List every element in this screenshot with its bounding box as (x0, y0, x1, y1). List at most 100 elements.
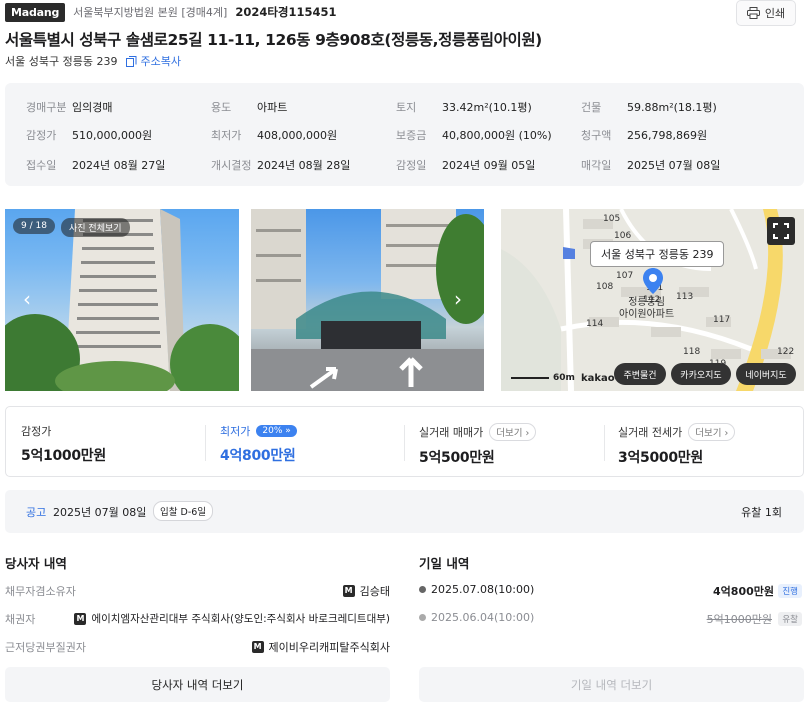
trade-label: 실거래 매매가 (419, 426, 484, 439)
lot-address-row: 서울 성북구 정릉동 239 주소복사 (5, 53, 181, 69)
map-block-122: 122 (777, 347, 795, 357)
divider (404, 425, 405, 461)
auction-info-panel: 경매구분 임의경매 용도 아파트 토지 33.42m²(10.1평) 건물 59.88m²(1… (5, 83, 804, 186)
info-key: 보증금 (396, 129, 427, 142)
kakao-map-button[interactable]: 카카오지도 (671, 363, 731, 385)
info-item-5: 최저가 408,000,000원 (211, 127, 337, 143)
info-value: 2024년 08월 28일 (257, 159, 351, 172)
timeline-dot (419, 586, 426, 593)
map-block-105: 105 (603, 214, 621, 224)
trade-more-button[interactable]: 더보기 › (489, 423, 537, 441)
photo-slide-1[interactable]: 9 / 18 사진 전체보기 ‹ (5, 209, 239, 391)
history-date-text: 2025.07.08(10:00) (431, 583, 535, 596)
map-block-108: 108 (596, 282, 614, 292)
jeonse-value: 3억5000만원 (618, 450, 703, 466)
location-pin-icon[interactable] (642, 267, 664, 295)
info-value: 40,800,000원 (10%) (442, 129, 552, 142)
status-badge-active: 진행 (778, 584, 802, 598)
party-name-3: M 제이비우리캐피탈주식회사 (251, 639, 390, 655)
chevron-right-icon: › (724, 428, 729, 439)
appraisal-price: 감정가 5억1000만원 (21, 423, 106, 465)
trade-value: 5억500만원 (419, 450, 495, 466)
info-item-11: 매각일 2025년 07월 08일 (581, 157, 720, 173)
dday-badge: 입찰 D-6일 (153, 501, 214, 521)
nearby-items-button[interactable]: 주변물건 (614, 363, 666, 385)
info-key: 토지 (396, 101, 417, 114)
map-scale: 60m (553, 373, 575, 383)
notice-bar: 공고 2025년 07월 08일 입찰 D-6일 유찰 1회 (5, 490, 804, 533)
info-value: 아파트 (257, 101, 288, 114)
info-item-8: 접수일 2024년 08월 27일 (26, 157, 165, 173)
map-block-117: 117 (713, 315, 731, 325)
info-value: 2024년 08월 27일 (72, 159, 166, 172)
jeonse-more-label: 더보기 (695, 428, 722, 439)
photo-slide-2[interactable]: › (251, 209, 484, 391)
map-block-106: 106 (614, 231, 632, 241)
info-value: 2025년 07월 08일 (627, 159, 721, 172)
copy-address-label: 주소복사 (140, 55, 181, 68)
fullscreen-button[interactable] (767, 217, 795, 245)
info-value: 510,000,000원 (72, 129, 153, 142)
case-number: 2024타경115451 (235, 5, 337, 19)
view-all-photos-button[interactable]: 사진 전체보기 (61, 218, 130, 237)
jeonse-label: 실거래 전세가 (618, 426, 683, 439)
info-value: 33.42m²(10.1평) (442, 101, 532, 114)
party-name-text: 제이비우리캐피탈주식회사 (268, 641, 390, 654)
court-name: 서울북부지방법원 본원 [경매4계] (73, 6, 228, 19)
info-item-9: 개시결정 2024년 08월 28일 (211, 157, 350, 173)
info-key: 용도 (211, 101, 232, 114)
double-chevron-down-icon: » (285, 426, 291, 436)
party-name-2: M 에이치엠자산관리대부 주식회사(양도인:주식회사 바로크레디트대부) (74, 611, 390, 626)
minimum-price: 최저가 20% » 4억800만원 (220, 423, 297, 465)
minimum-label: 최저가 (220, 425, 251, 438)
info-key: 매각일 (581, 159, 612, 172)
print-button[interactable]: 인쇄 (736, 0, 796, 26)
naver-map-button[interactable]: 네이버지도 (736, 363, 796, 385)
divider (604, 425, 605, 461)
appraisal-value: 5억1000만원 (21, 448, 106, 464)
map-block-114: 114 (586, 319, 604, 329)
info-item-1: 용도 아파트 (211, 99, 287, 115)
copy-icon (126, 55, 137, 67)
appraisal-label: 감정가 (21, 425, 52, 438)
chevron-right-icon[interactable]: › (454, 287, 462, 311)
notice-label: 공고 (26, 506, 47, 519)
printer-icon (746, 7, 760, 19)
history-date-2: 2025.06.04(10:00) (419, 611, 534, 624)
info-value: 59.88m²(18.1평) (627, 101, 717, 114)
map-building-name: 정릉풍림 아이원아파트 (619, 297, 675, 320)
info-item-0: 경매구분 임의경매 (26, 99, 112, 115)
page-title: 서울특별시 성북구 솔샘로25길 11-11, 126동 9층908호(정릉동,… (5, 31, 542, 49)
info-item-2: 토지 33.42m²(10.1평) (396, 99, 532, 115)
history-title: 기일 내역 (419, 556, 470, 571)
trade-more-label: 더보기 (496, 428, 523, 439)
party-role-1: 채무자겸소유자 (5, 585, 76, 598)
info-key: 청구액 (581, 129, 612, 142)
info-item-7: 청구액 256,798,869원 (581, 127, 707, 143)
lot-address: 서울 성북구 정릉동 239 (5, 55, 118, 68)
madang-logo[interactable]: Madang (5, 2, 66, 22)
parties-title: 당사자 내역 (5, 556, 67, 571)
copy-address-button[interactable]: 주소복사 (126, 53, 181, 69)
party-name-text: 김승태 (359, 585, 390, 598)
photo-counter: 9 / 18 (13, 218, 55, 234)
info-key: 경매구분 (26, 101, 67, 114)
map-block-118: 118 (683, 347, 701, 357)
party-role-2: 채권자 (5, 613, 36, 626)
map-address-label: 서울 성북구 정릉동 239 (590, 241, 725, 267)
info-value: 408,000,000원 (257, 129, 338, 142)
parties-more-button[interactable]: 당사자 내역 더보기 (5, 667, 390, 702)
history-date-text: 2025.06.04(10:00) (431, 611, 535, 624)
info-key: 건물 (581, 101, 602, 114)
chevron-left-icon[interactable]: ‹ (23, 287, 31, 311)
info-item-10: 감정일 2024년 09월 05일 (396, 157, 535, 173)
info-key: 접수일 (26, 159, 57, 172)
discount-badge: 20% » (256, 425, 297, 437)
history-more-button[interactable]: 기일 내역 더보기 (419, 667, 804, 702)
parking-entrance-photo (251, 209, 484, 391)
info-item-6: 보증금 40,800,000원 (10%) (396, 127, 552, 143)
m-badge-icon: M (342, 585, 355, 597)
jeonse-more-button[interactable]: 더보기 › (688, 423, 736, 441)
info-key: 감정가 (26, 129, 57, 142)
jeonse-price: 실거래 전세가 더보기 › 3억5000만원 (618, 423, 736, 467)
